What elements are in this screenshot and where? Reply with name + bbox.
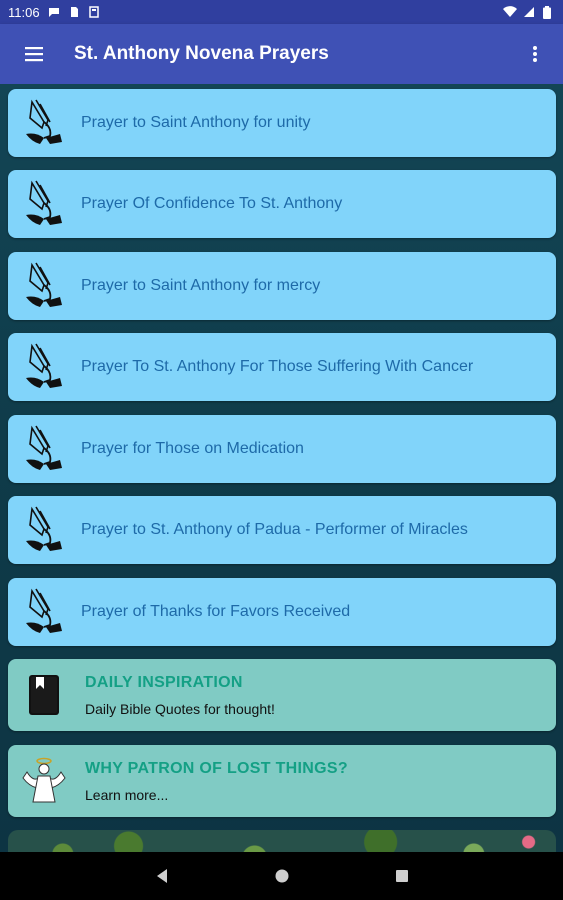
patron-lost-things-title: WHY PATRON OF LOST THINGS? xyxy=(85,759,348,777)
praying-hands-icon xyxy=(14,93,74,153)
daily-inspiration-title: DAILY INSPIRATION xyxy=(85,673,243,691)
recents-icon[interactable] xyxy=(390,864,414,888)
praying-hands-icon xyxy=(14,174,74,234)
prayer-label: Prayer to Saint Anthony for mercy xyxy=(81,277,321,294)
patron-lost-things-subtitle: Learn more... xyxy=(85,786,169,803)
overflow-menu-icon[interactable] xyxy=(523,36,547,72)
wifi-icon xyxy=(503,6,517,18)
daily-inspiration-card[interactable]: DAILY INSPIRATION Daily Bible Quotes for… xyxy=(8,659,556,731)
app-bar: St. Anthony Novena Prayers xyxy=(0,24,563,84)
bible-book-icon xyxy=(14,665,74,725)
status-bar: 11:06 xyxy=(0,0,563,24)
prayer-label: Prayer To St. Anthony For Those Sufferin… xyxy=(81,358,474,375)
status-right xyxy=(503,6,555,19)
prayer-card[interactable]: Prayer Of Confidence To St. Anthony xyxy=(8,170,556,238)
prayer-label: Prayer to St. Anthony of Padua - Perform… xyxy=(81,521,468,538)
app-title: St. Anthony Novena Prayers xyxy=(74,43,329,64)
file-notification-icon xyxy=(68,6,80,18)
daily-inspiration-text: DAILY INSPIRATION Daily Bible Quotes for… xyxy=(85,674,275,717)
praying-hands-icon xyxy=(14,337,74,397)
prayer-card[interactable]: Prayer to Saint Anthony for unity xyxy=(8,89,556,157)
prayer-card[interactable]: Prayer for Those on Medication xyxy=(8,415,556,483)
signal-icon xyxy=(523,6,535,18)
praying-hands-icon xyxy=(14,582,74,642)
chat-notification-icon xyxy=(48,6,60,18)
prayer-card[interactable]: Prayer To St. Anthony For Those Sufferin… xyxy=(8,333,556,401)
prayer-card[interactable]: Prayer to Saint Anthony for mercy xyxy=(8,252,556,320)
back-icon[interactable] xyxy=(150,864,174,888)
praying-hands-icon xyxy=(14,256,74,316)
battery-icon xyxy=(543,6,555,19)
prayer-label: Prayer of Thanks for Favors Received xyxy=(81,603,351,620)
prayer-list: Prayer to Saint Anthony for unity Prayer… xyxy=(0,84,563,852)
status-left: 11:06 xyxy=(8,5,100,20)
prayer-label: Prayer Of Confidence To St. Anthony xyxy=(81,195,343,212)
praying-hands-icon xyxy=(14,419,74,479)
system-nav-bar xyxy=(0,852,563,900)
patron-lost-things-text: WHY PATRON OF LOST THINGS? Learn more... xyxy=(85,760,348,803)
angel-icon xyxy=(14,751,74,811)
prayer-card[interactable]: Prayer to St. Anthony of Padua - Perform… xyxy=(8,496,556,564)
daily-inspiration-subtitle: Daily Bible Quotes for thought! xyxy=(85,700,275,717)
decorative-banner-image xyxy=(8,830,556,852)
home-icon[interactable] xyxy=(270,864,294,888)
prayer-card[interactable]: Prayer of Thanks for Favors Received xyxy=(8,578,556,646)
praying-hands-icon xyxy=(14,500,74,560)
storage-notification-icon xyxy=(88,6,100,18)
status-time: 11:06 xyxy=(8,4,40,20)
patron-lost-things-card[interactable]: WHY PATRON OF LOST THINGS? Learn more... xyxy=(8,745,556,817)
hamburger-menu-icon[interactable] xyxy=(16,36,52,72)
prayer-label: Prayer to Saint Anthony for unity xyxy=(81,114,311,131)
prayer-label: Prayer for Those on Medication xyxy=(81,440,304,457)
